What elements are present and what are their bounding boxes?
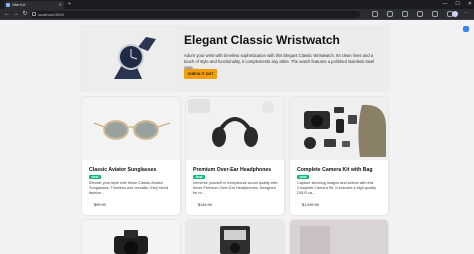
product-title: Classic Aviator Sunglasses bbox=[89, 167, 157, 173]
product-card[interactable]: Premium Over-Ear Headphones NEW Immerse … bbox=[186, 97, 284, 215]
site-info-icon[interactable] bbox=[32, 12, 36, 16]
product-card[interactable] bbox=[290, 220, 388, 254]
back-icon[interactable]: ← bbox=[3, 10, 11, 18]
product-description: Immerse yourself in exceptional sound qu… bbox=[193, 181, 278, 195]
new-tab-icon[interactable]: + bbox=[68, 1, 71, 7]
window-controls: — ☐ ✕ bbox=[442, 0, 472, 9]
address-bar: ← → ↻ localhost:3000 ⋯ bbox=[0, 9, 474, 20]
product-card[interactable] bbox=[82, 220, 180, 254]
wristwatch-image bbox=[84, 27, 179, 91]
product-card[interactable]: Complete Camera Kit with Bag NEW Capture… bbox=[290, 97, 388, 215]
read-aloud-icon[interactable] bbox=[372, 11, 378, 17]
product-title: Premium Over-Ear Headphones bbox=[193, 167, 272, 173]
product-image bbox=[290, 220, 388, 254]
reload-icon[interactable]: ↻ bbox=[21, 10, 29, 18]
product-title: Complete Camera Kit with Bag bbox=[297, 167, 373, 173]
favicon-icon bbox=[6, 3, 10, 7]
hero-title: Elegant Classic Wristwatch bbox=[184, 33, 340, 47]
minimize-icon[interactable]: — bbox=[442, 0, 447, 9]
product-card[interactable]: Classic Aviator Sunglasses NEW Elevate y… bbox=[82, 97, 180, 215]
new-badge: NEW bbox=[297, 175, 309, 179]
close-window-icon[interactable]: ✕ bbox=[468, 0, 472, 9]
split-screen-icon[interactable] bbox=[402, 11, 408, 17]
camera-image bbox=[82, 220, 180, 254]
url-text: localhost:3000 bbox=[38, 12, 64, 17]
product-description: Capture stunning images and videos with … bbox=[297, 181, 377, 195]
extensions-icon[interactable] bbox=[432, 11, 438, 17]
favorites-icon[interactable] bbox=[387, 11, 393, 17]
tab-title: Vite+Lit bbox=[12, 2, 26, 7]
vintage-camera-image bbox=[186, 220, 284, 254]
product-card[interactable] bbox=[186, 220, 284, 254]
new-badge: NEW bbox=[89, 175, 101, 179]
forward-icon[interactable]: → bbox=[12, 10, 20, 18]
close-tab-icon[interactable]: ✕ bbox=[59, 1, 62, 9]
hero-section: Elegant Classic Wristwatch Adorn your wr… bbox=[80, 25, 390, 92]
tab-bar: Vite+Lit ✕ + — ☐ ✕ bbox=[0, 0, 474, 9]
headphones-image bbox=[186, 97, 284, 160]
copilot-icon[interactable] bbox=[463, 26, 469, 32]
sunglasses-image bbox=[82, 97, 180, 160]
product-price: $149.99 bbox=[198, 203, 212, 207]
check-it-out-button[interactable]: CHECK IT OUT bbox=[184, 69, 217, 79]
more-menu-icon[interactable]: ⋯ bbox=[464, 10, 469, 16]
toolbar-icons bbox=[372, 11, 453, 17]
product-description: Elevate your style with these Classic Av… bbox=[89, 181, 168, 195]
browser-tab[interactable]: Vite+Lit ✕ bbox=[4, 1, 64, 9]
product-price: $1,099.99 bbox=[302, 203, 319, 207]
collections-icon[interactable] bbox=[417, 11, 423, 17]
sidebar-strip bbox=[458, 20, 474, 254]
maximize-icon[interactable]: ☐ bbox=[455, 0, 459, 9]
profile-avatar[interactable] bbox=[452, 11, 458, 17]
camera-kit-image bbox=[290, 97, 388, 160]
url-field[interactable]: localhost:3000 bbox=[30, 11, 360, 18]
new-badge: NEW bbox=[193, 175, 205, 179]
product-price: $99.99 bbox=[94, 203, 106, 207]
